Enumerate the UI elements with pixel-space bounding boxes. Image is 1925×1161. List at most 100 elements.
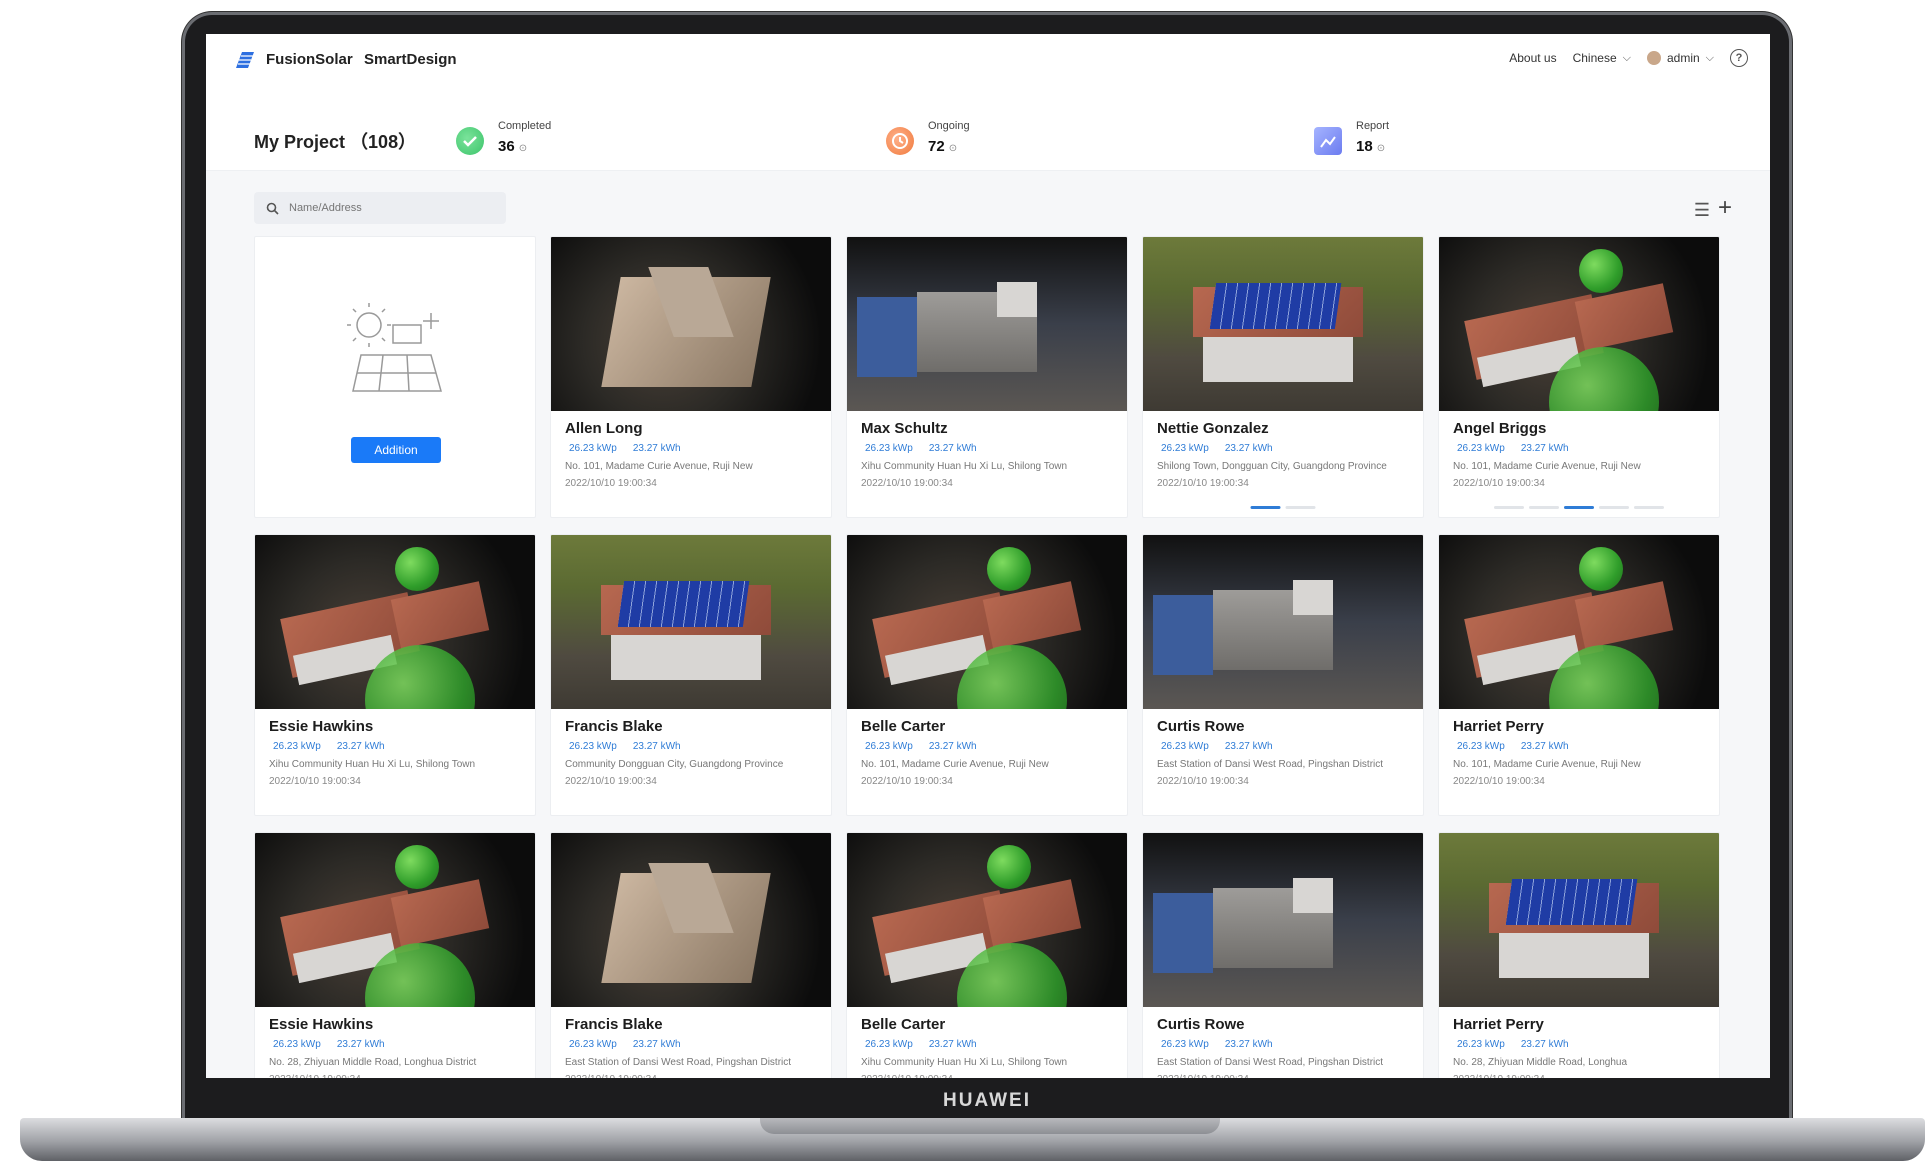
carousel-dot[interactable]	[1494, 506, 1524, 509]
project-address: Shilong Town, Dongguan City, Guangdong P…	[1157, 461, 1387, 472]
project-kwp: 26.23 kWp	[1457, 443, 1505, 454]
project-name: Essie Hawkins	[269, 718, 374, 735]
project-thumbnail	[551, 833, 831, 1007]
project-date: 2022/10/10 19:00:34	[269, 1074, 361, 1078]
project-address: Xihu Community Huan Hu Xi Lu, Shilong To…	[269, 759, 476, 770]
carousel-dot[interactable]	[1250, 506, 1281, 509]
carousel-dots[interactable]	[1494, 506, 1664, 509]
user-menu[interactable]: admin ⌵	[1646, 51, 1714, 65]
project-card[interactable]: Essie Hawkins 26.23 kWp 23.27 kWh Xihu Comm…	[254, 534, 536, 816]
stat-report[interactable]: Report 18 ⊙	[1314, 120, 1389, 155]
chevron-down-icon: ⌵	[1622, 51, 1631, 64]
project-kwh: 23.27 kWh	[1224, 1039, 1273, 1050]
search-icon	[266, 202, 279, 215]
project-name: Harriet Perry	[1453, 1016, 1544, 1033]
project-metrics: 26.23 kWp 23.27 kWh	[1457, 741, 1569, 752]
carousel-dot[interactable]	[1529, 506, 1559, 509]
page-title-text: My Project	[254, 132, 346, 152]
project-metrics: 26.23 kWp 23.27 kWh	[1161, 443, 1273, 454]
project-thumbnail	[1439, 535, 1719, 709]
project-card[interactable]: Nettie Gonzalez 26.23 kWp 23.27 kWh Shilong…	[1142, 236, 1424, 518]
project-thumbnail	[551, 237, 831, 411]
project-address: No. 101, Madame Curie Avenue, Ruji New	[1453, 461, 1641, 472]
carousel-dots[interactable]	[1250, 506, 1316, 509]
project-metrics: 26.23 kWp 23.27 kWh	[865, 443, 977, 454]
project-name: Angel Briggs	[1453, 420, 1547, 437]
project-name: Curtis Rowe	[1157, 718, 1245, 735]
project-date: 2022/10/10 19:00:34	[269, 776, 361, 787]
project-thumbnail	[1143, 535, 1423, 709]
project-kwh: 23.27 kWh	[1224, 741, 1273, 752]
project-date: 2022/10/10 19:00:34	[1157, 1074, 1249, 1078]
user-name: admin	[1666, 51, 1700, 65]
project-metrics: 26.23 kWp 23.27 kWh	[1457, 443, 1569, 454]
project-card[interactable]: Max Schultz 26.23 kWp 23.27 kWh Xihu Commun…	[846, 236, 1128, 518]
arrow-right-icon: ⊙	[1376, 143, 1386, 154]
project-thumbnail	[1439, 833, 1719, 1007]
avatar	[1646, 51, 1661, 65]
carousel-dot[interactable]	[1564, 506, 1594, 509]
project-thumbnail	[1439, 237, 1719, 411]
project-card[interactable]: Allen Long 26.23 kWp 23.27 kWh No. 101, Mad…	[550, 236, 832, 518]
project-card[interactable]: Belle Carter 26.23 kWp 23.27 kWh Xihu Commu…	[846, 832, 1128, 1078]
project-kwp: 26.23 kWp	[1457, 741, 1505, 752]
stat-completed[interactable]: Completed 36 ⊙	[456, 120, 551, 155]
report-icon	[1314, 127, 1342, 155]
language-select[interactable]: Chinese ⌵	[1573, 51, 1631, 65]
fusionsolar-logo-icon	[236, 52, 254, 68]
project-card[interactable]: Harriet Perry 26.23 kWp 23.27 kWh No. 28, Z…	[1438, 832, 1720, 1078]
help-icon[interactable]: ?	[1730, 49, 1748, 67]
carousel-dot[interactable]	[1599, 506, 1629, 509]
search-input[interactable]	[287, 201, 491, 215]
project-address: Xihu Community Huan Hu Xi Lu, Shilong To…	[861, 461, 1068, 472]
project-date: 2022/10/10 19:00:34	[1157, 478, 1249, 489]
project-card[interactable]: Essie Hawkins 26.23 kWp 23.27 kWh No. 28, Z…	[254, 832, 536, 1078]
project-card[interactable]: Curtis Rowe 26.23 kWp 23.27 kWh East Statio…	[1142, 534, 1424, 816]
project-kwh: 23.27 kWh	[1224, 443, 1273, 454]
project-date: 2022/10/10 19:00:34	[1453, 776, 1545, 787]
project-address: East Station of Dansi West Road, Pingsha…	[1157, 759, 1384, 770]
project-kwh: 23.27 kWh	[632, 1039, 681, 1050]
project-card[interactable]: Curtis Rowe 26.23 kWp 23.27 kWh East Statio…	[1142, 832, 1424, 1078]
carousel-dot[interactable]	[1285, 506, 1316, 509]
project-kwh: 23.27 kWh	[928, 443, 977, 454]
laptop-notch	[760, 1118, 1220, 1134]
project-summary-bar: My Project （108） Completed 36 ⊙ Ongoing 7…	[206, 86, 1770, 171]
project-kwh: 23.27 kWh	[1520, 443, 1569, 454]
project-date: 2022/10/10 19:00:34	[565, 776, 657, 787]
project-name: Belle Carter	[861, 1016, 946, 1033]
project-card[interactable]: Belle Carter 26.23 kWp 23.27 kWh No. 101, M…	[846, 534, 1128, 816]
project-metrics: 26.23 kWp 23.27 kWh	[273, 741, 385, 752]
project-metrics: 26.23 kWp 23.27 kWh	[865, 741, 977, 752]
project-address: No. 28, Zhiyuan Middle Road, Longhua	[1453, 1057, 1628, 1068]
project-kwp: 26.23 kWp	[569, 443, 617, 454]
about-us-link[interactable]: About us	[1509, 51, 1556, 65]
stat-ongoing[interactable]: Ongoing 72 ⊙	[886, 120, 970, 155]
project-kwp: 26.23 kWp	[865, 1039, 913, 1050]
project-card[interactable]: Francis Blake 26.23 kWp 23.27 kWh Community…	[550, 534, 832, 816]
list-view-icon[interactable]: ☰	[1694, 200, 1710, 221]
addition-button[interactable]: Addition	[351, 437, 441, 463]
project-card[interactable]: Angel Briggs 26.23 kWp 23.27 kWh No. 101, M…	[1438, 236, 1720, 518]
project-card[interactable]: Harriet Perry 26.23 kWp 23.27 kWh No. 101, …	[1438, 534, 1720, 816]
project-kwh: 23.27 kWh	[1520, 1039, 1569, 1050]
project-address: East Station of Dansi West Road, Pingsha…	[565, 1057, 792, 1068]
search-box[interactable]	[254, 192, 506, 224]
screen: FusionSolar SmartDesign About us Chinese…	[206, 34, 1770, 1078]
add-project-icon[interactable]: +	[1718, 194, 1732, 222]
top-navbar: FusionSolar SmartDesign About us Chinese…	[206, 34, 1770, 87]
project-kwp: 26.23 kWp	[1161, 1039, 1209, 1050]
project-kwp: 26.23 kWp	[273, 741, 321, 752]
project-card[interactable]: Francis Blake 26.23 kWp 23.27 kWh East Stat…	[550, 832, 832, 1078]
carousel-dot[interactable]	[1634, 506, 1664, 509]
project-metrics: 26.23 kWp 23.27 kWh	[1457, 1039, 1569, 1050]
add-project-card: Addition	[254, 236, 536, 518]
chevron-down-icon: ⌵	[1705, 51, 1714, 64]
language-label: Chinese	[1572, 51, 1617, 65]
stat-completed-label: Completed	[498, 120, 552, 132]
stat-completed-value: 36	[498, 138, 515, 155]
project-kwp: 26.23 kWp	[1161, 741, 1209, 752]
app-name: FusionSolar	[266, 51, 353, 68]
project-name: Essie Hawkins	[269, 1016, 374, 1033]
arrow-right-icon: ⊙	[518, 143, 528, 154]
